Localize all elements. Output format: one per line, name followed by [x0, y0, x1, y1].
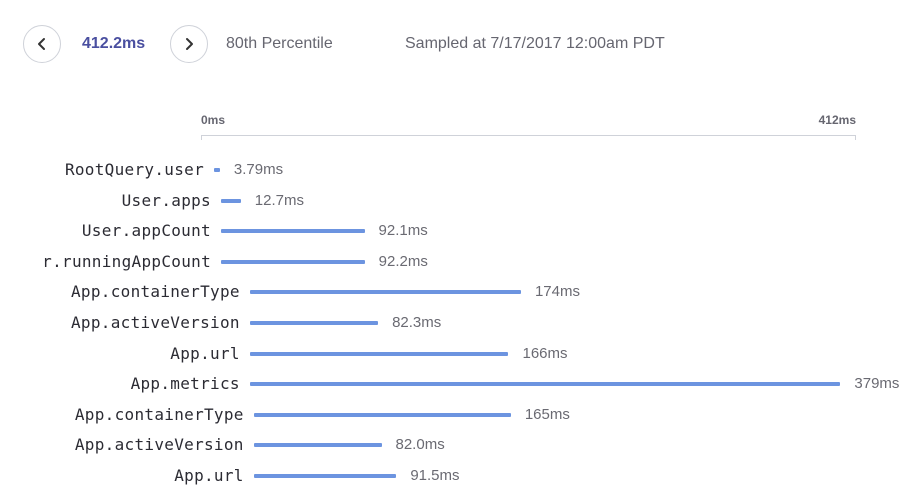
row-label-container: User.apps — [0, 189, 211, 213]
duration-bar — [249, 382, 841, 387]
duration-bar — [214, 168, 220, 172]
trace-row[interactable]: App.containerType 174ms — [0, 280, 920, 304]
duration-bar — [249, 290, 521, 295]
trace-row[interactable]: App.activeVersion 82.0ms — [0, 433, 920, 457]
trace-row[interactable]: RootQuery.user 3.79ms — [0, 158, 920, 182]
trace-row[interactable]: App.metrics 379ms — [0, 372, 920, 396]
row-label-container: App.metrics — [0, 372, 240, 396]
row-label-container: App.url — [0, 342, 240, 366]
duration-bar — [221, 229, 365, 234]
row-label-container: App.activeVersion — [0, 433, 244, 457]
duration-label: 92.1ms — [378, 222, 428, 240]
duration-bar — [253, 474, 397, 478]
resolver-name: App.metrics — [130, 374, 240, 394]
duration-label: 82.0ms — [395, 436, 445, 454]
duration-bar — [253, 443, 382, 448]
duration-label: 166ms — [522, 344, 568, 362]
row-label-container: App.url — [0, 464, 244, 488]
duration-label: 379ms — [854, 375, 900, 393]
duration-label: 165ms — [524, 405, 570, 423]
trace-row[interactable]: App.containerType 165ms — [0, 403, 920, 427]
row-label-container: App.containerType — [0, 403, 244, 427]
resolver-name: User.apps — [121, 190, 211, 210]
duration-bar — [249, 351, 509, 356]
duration-label: 92.2ms — [378, 252, 428, 270]
trace-row[interactable]: App.activeVersion 82.3ms — [0, 311, 920, 335]
duration-label: 174ms — [534, 283, 580, 301]
resolver-name: r.runningAppCount — [42, 251, 211, 271]
resolver-name: App.containerType — [70, 282, 240, 302]
duration-label: 91.5ms — [410, 467, 460, 484]
duration-label: 3.79ms — [233, 161, 284, 178]
trace-row[interactable]: User.apps 12.7ms — [0, 189, 920, 213]
trace-rows: RootQuery.user 3.79ms User.apps 12.7ms User.… — [0, 0, 920, 500]
duration-bar — [221, 259, 365, 264]
trace-row[interactable]: r.runningAppCount 92.2ms — [0, 250, 920, 274]
resolver-name: App.url — [174, 466, 244, 485]
duration-bar — [253, 412, 511, 417]
row-label-container: App.activeVersion — [0, 311, 240, 335]
trace-row[interactable]: User.appCount 92.1ms — [0, 219, 920, 243]
row-label-container: r.runningAppCount — [0, 250, 211, 274]
duration-bar — [221, 198, 241, 203]
row-label-container: User.appCount — [0, 219, 211, 243]
resolver-name: App.url — [170, 343, 240, 363]
row-label-container: RootQuery.user — [0, 158, 204, 182]
row-label-container: App.containerType — [0, 280, 240, 304]
duration-label: 12.7ms — [254, 191, 304, 209]
resolver-name: User.appCount — [81, 221, 211, 241]
resolver-name: App.containerType — [74, 404, 244, 424]
duration-label: 82.3ms — [392, 314, 442, 331]
resolver-name: RootQuery.user — [64, 160, 204, 179]
duration-bar — [249, 321, 379, 325]
resolver-name: App.activeVersion — [70, 313, 240, 332]
trace-row[interactable]: App.url 166ms — [0, 342, 920, 366]
trace-row[interactable]: App.url 91.5ms — [0, 464, 920, 488]
resolver-name: App.activeVersion — [74, 435, 244, 455]
